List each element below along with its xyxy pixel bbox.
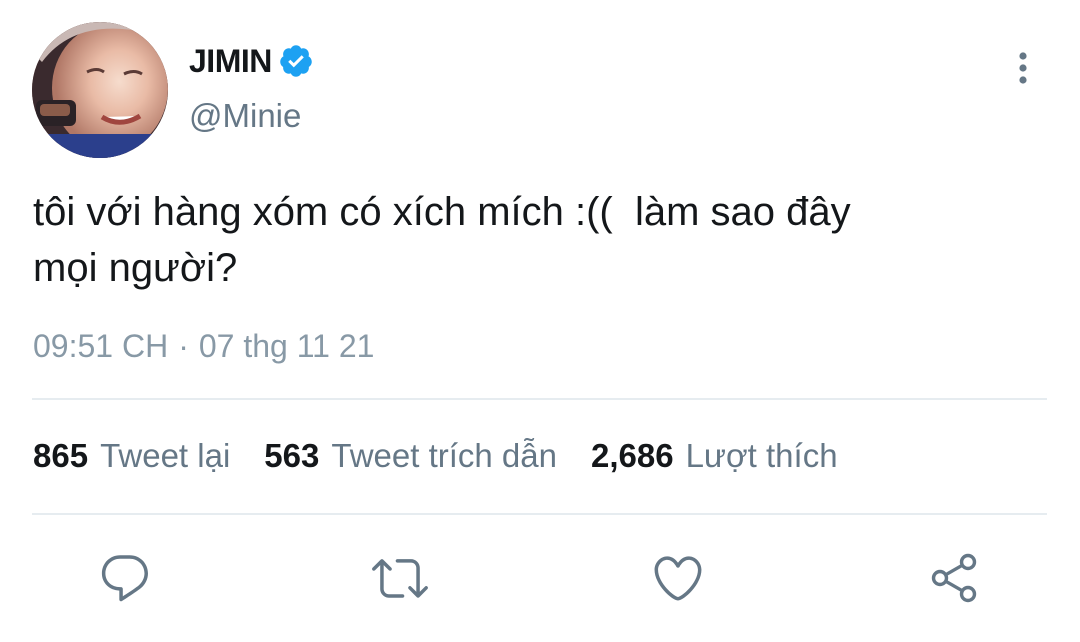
like-label: Lượt thích [685, 437, 838, 474]
avatar-photo [32, 22, 168, 158]
quote-count-link[interactable]: 563 Tweet trích dẫn [264, 437, 557, 475]
author-display-name[interactable]: JIMIN [189, 43, 272, 80]
author-avatar[interactable] [32, 22, 168, 158]
vertical-ellipsis-icon[interactable] [1010, 50, 1036, 86]
divider [32, 513, 1047, 515]
like-button[interactable] [650, 550, 706, 606]
verified-badge-icon [278, 43, 314, 79]
retweet-count-link[interactable]: 865 Tweet lại [33, 437, 230, 475]
retweet-arrows-icon [372, 559, 428, 598]
tweet-detail: JIMIN @Minie tôi với hàng xóm có xích mí… [0, 0, 1080, 642]
heart-icon [654, 556, 702, 601]
tweet-text: tôi với hàng xóm có xích mích :(( làm sa… [33, 190, 851, 290]
reply-button[interactable] [97, 550, 153, 606]
author-handle[interactable]: @Minie [189, 97, 301, 135]
retweet-count: 865 [33, 437, 89, 474]
retweet-label: Tweet lại [100, 437, 231, 474]
like-count-link[interactable]: 2,686 Lượt thích [591, 437, 838, 475]
meta-separator: · [178, 328, 189, 364]
tweet-timestamp[interactable]: 09:51 CH · 07 thg 11 21 [33, 328, 374, 365]
tweet-time: 09:51 CH [33, 328, 169, 364]
author-name-row: JIMIN [189, 40, 314, 82]
share-button[interactable] [927, 550, 983, 606]
tweet-date: 07 thg 11 21 [198, 328, 375, 364]
share-nodes-icon [931, 553, 977, 603]
retweet-button[interactable] [372, 550, 428, 606]
divider [32, 398, 1047, 400]
quote-count: 563 [264, 437, 320, 474]
like-count: 2,686 [590, 437, 674, 474]
quote-label: Tweet trích dẫn [331, 437, 557, 474]
speech-bubble-icon [101, 555, 148, 602]
tweet-stats: 865 Tweet lại 563 Tweet trích dẫn 2,686 … [33, 437, 872, 475]
